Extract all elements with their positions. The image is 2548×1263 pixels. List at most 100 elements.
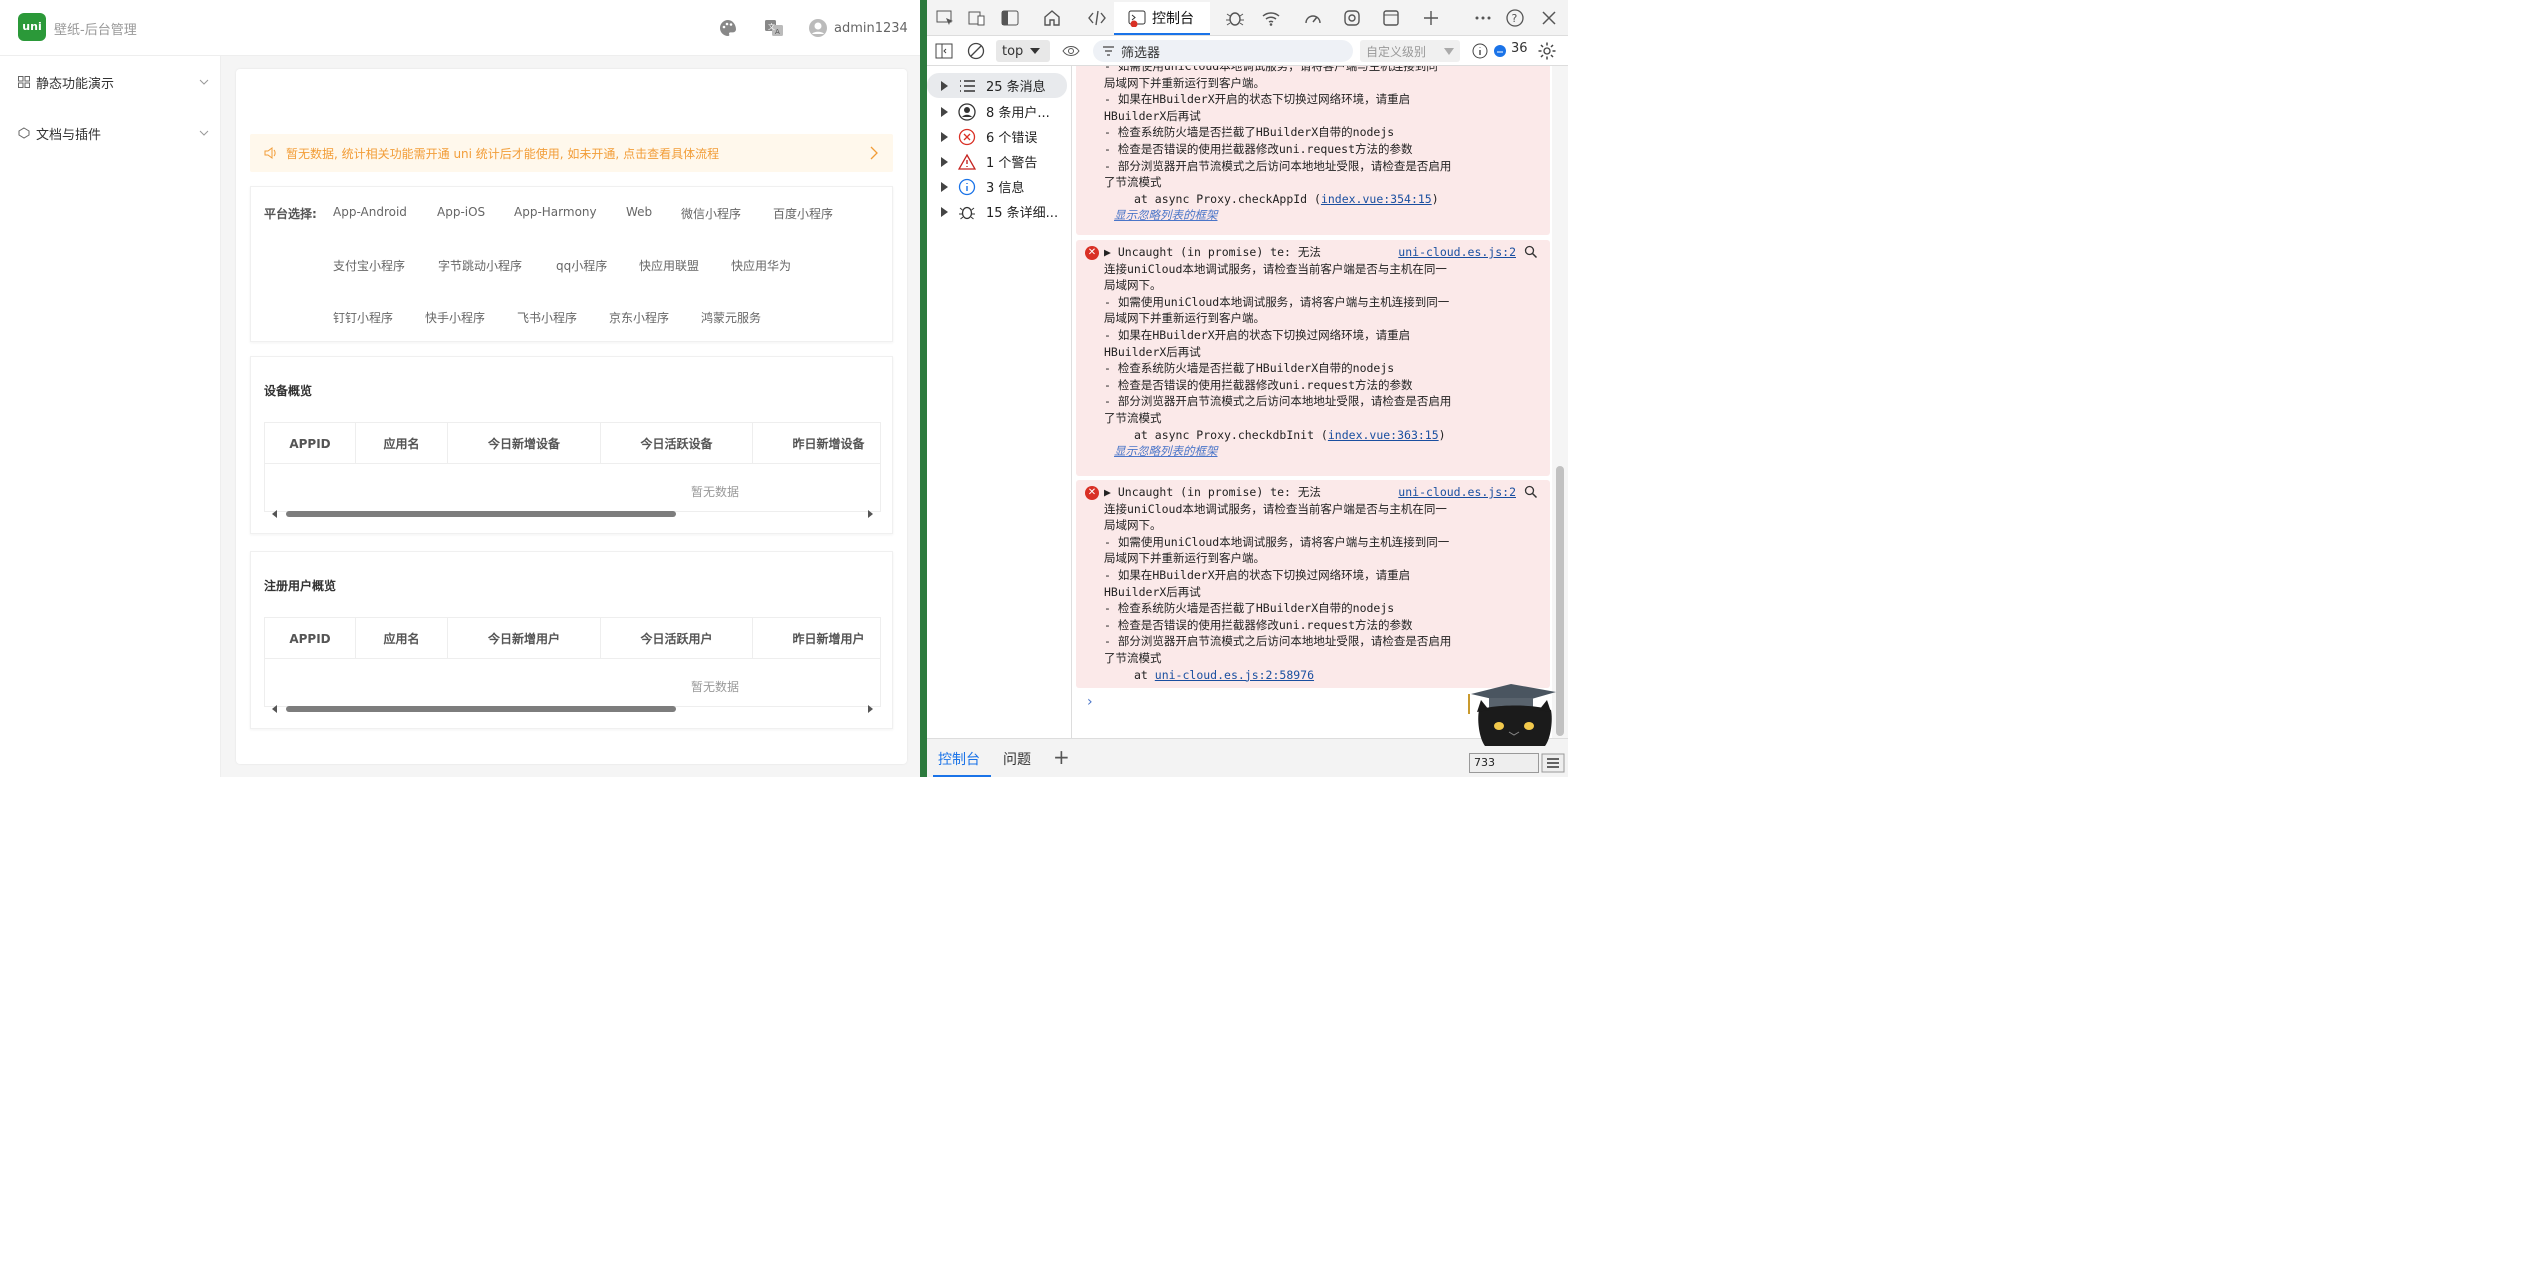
column-header: 今日活跃用户 — [601, 618, 753, 659]
filter-icon — [1103, 46, 1114, 56]
expand-triangle-icon[interactable]: ▶ — [1104, 245, 1118, 259]
platform-option[interactable]: 快应用联盟 — [639, 257, 699, 274]
platform-option[interactable]: 微信小程序 — [681, 205, 741, 222]
message-line: 了节流模式 — [1104, 175, 1162, 190]
platform-option[interactable]: 百度小程序 — [773, 205, 833, 222]
sidebar-item-errors[interactable]: 6 个错误 — [927, 124, 1072, 149]
palette-icon[interactable] — [718, 18, 738, 38]
menu-icon[interactable] — [1541, 753, 1565, 773]
svg-text:?: ? — [1512, 12, 1518, 25]
screen: uni 壁纸-后台管理 文A admin1234 静态功能演示 文档与插件 暂无… — [0, 0, 1568, 777]
clear-console-icon[interactable] — [967, 42, 985, 60]
source-link[interactable]: index.vue:363:15 — [1328, 428, 1439, 442]
admin-app: uni 壁纸-后台管理 文A admin1234 静态功能演示 文档与插件 暂无… — [0, 0, 920, 777]
help-icon[interactable]: ? — [1505, 8, 1525, 28]
scroll-right-icon[interactable] — [868, 510, 873, 518]
translate-icon[interactable]: 文A — [764, 18, 784, 38]
console-sidebar: 25 条消息 8 条用户... 6 个错误 1 个警告 3 信息 15 条详细.… — [927, 66, 1072, 738]
search-icon[interactable] — [1524, 245, 1538, 259]
source-link[interactable]: index.vue:354:15 — [1321, 192, 1432, 206]
platform-option[interactable]: 鸿蒙元服务 — [701, 309, 761, 326]
info-icon[interactable] — [1472, 43, 1488, 59]
tab-console[interactable]: 控制台 — [1114, 2, 1210, 35]
platform-option[interactable]: App-iOS — [437, 205, 485, 219]
device-toggle-icon[interactable] — [967, 8, 987, 28]
drawer-tab-issues[interactable]: 问题 — [1003, 749, 1031, 769]
empty-state: 暂无数据 — [691, 680, 740, 694]
sidebar-item-docs[interactable]: 文档与插件 — [0, 108, 221, 158]
sidebar-item-verbose[interactable]: 15 条详细... — [927, 199, 1072, 224]
console-icon — [1128, 10, 1146, 27]
sidebar-toggle-icon[interactable] — [1000, 8, 1020, 28]
platform-option[interactable]: 钉钉小程序 — [333, 309, 393, 326]
console-error-message[interactable]: ✕ ▶ Uncaught (in promise) te: 无法 uni-clo… — [1076, 240, 1550, 476]
log-level-select[interactable]: 自定义级别 — [1360, 40, 1460, 62]
search-icon[interactable] — [1524, 485, 1538, 499]
scroll-left-icon[interactable] — [272, 705, 277, 713]
elements-icon[interactable] — [1087, 8, 1107, 28]
bug-icon[interactable] — [1225, 8, 1245, 28]
devtools-panel: 控制台 ? top 筛选器 自定义级别 36 25 条消息 8 条用户... 6… — [927, 0, 1568, 777]
filter-input[interactable]: 筛选器 — [1093, 40, 1353, 62]
table-header: APPID 应用名 今日新增用户 今日活跃用户 昨日新增用户 — [265, 618, 880, 659]
add-drawer-tab-icon[interactable]: + — [1053, 745, 1070, 769]
platform-option[interactable]: App-Harmony — [514, 205, 597, 219]
platform-option[interactable]: App-Android — [333, 205, 407, 219]
message-count: 36 — [1511, 41, 1528, 56]
settings-icon[interactable] — [1537, 41, 1557, 61]
home-icon[interactable] — [1042, 8, 1062, 28]
show-ignored-frames-link[interactable]: 显示忽略列表的框架 — [1104, 443, 1538, 460]
add-tab-icon[interactable] — [1421, 8, 1441, 28]
console-prompt[interactable]: › — [1087, 694, 1093, 710]
source-link[interactable]: uni-cloud.es.js:2 — [1398, 484, 1516, 501]
inspect-icon[interactable] — [935, 8, 955, 28]
message-line: - 检查系统防火墙是否拦截了HBuilderX自带的nodejs — [1104, 125, 1395, 140]
sidebar-item-user-messages[interactable]: 8 条用户... — [927, 99, 1072, 124]
show-ignored-frames-link[interactable]: 显示忽略列表的框架 — [1104, 207, 1538, 224]
scrollbar-thumb[interactable] — [286, 706, 676, 712]
expand-triangle-icon[interactable]: ▶ — [1104, 485, 1118, 499]
more-icon[interactable] — [1473, 8, 1493, 28]
platform-option[interactable]: 快手小程序 — [425, 309, 485, 326]
sidebar-item-static-demo[interactable]: 静态功能演示 — [0, 57, 221, 107]
main-card: 暂无数据, 统计相关功能需开通 uni 统计后才能使用, 如未开通, 点击查看具… — [236, 69, 907, 764]
sidebar-panel-icon[interactable] — [935, 42, 953, 60]
platform-option[interactable]: 京东小程序 — [609, 309, 669, 326]
platform-option[interactable]: qq小程序 — [556, 257, 607, 274]
context-select[interactable]: top — [996, 40, 1050, 62]
scroll-left-icon[interactable] — [272, 510, 277, 518]
sidebar-item-messages[interactable]: 25 条消息 — [927, 73, 1067, 98]
application-icon[interactable] — [1381, 8, 1401, 28]
vertical-scrollbar[interactable] — [1552, 66, 1568, 738]
platform-option[interactable]: 飞书小程序 — [517, 309, 577, 326]
drawer-tab-console[interactable]: 控制台 — [938, 749, 980, 769]
notice-bar[interactable]: 暂无数据, 统计相关功能需开通 uni 统计后才能使用, 如未开通, 点击查看具… — [250, 134, 893, 172]
platform-option[interactable]: 快应用华为 — [731, 257, 791, 274]
platform-option[interactable]: Web — [626, 205, 652, 219]
sidebar-item-warnings[interactable]: 1 个警告 — [927, 149, 1072, 174]
horizontal-scrollbar[interactable] — [264, 508, 881, 520]
message-line: 局域网下。 — [1104, 278, 1162, 293]
source-link[interactable]: uni-cloud.es.js:2 — [1398, 244, 1516, 261]
platform-option[interactable]: 字节跳动小程序 — [438, 257, 522, 274]
eye-icon[interactable] — [1062, 43, 1080, 59]
sidebar-item-info[interactable]: 3 信息 — [927, 174, 1072, 199]
window-divider[interactable] — [920, 0, 927, 777]
platform-option[interactable]: 支付宝小程序 — [333, 257, 405, 274]
sidebar-item-label: 静态功能演示 — [36, 76, 115, 92]
scroll-right-icon[interactable] — [868, 705, 873, 713]
close-icon[interactable] — [1539, 8, 1559, 28]
performance-icon[interactable] — [1303, 8, 1323, 28]
horizontal-scrollbar[interactable] — [264, 703, 881, 715]
console-error-message[interactable]: - 如需使用uniCloud本地调试服务，请将客户端与主机连接到同 局域网下并重… — [1076, 66, 1550, 235]
scrollbar-thumb[interactable] — [286, 511, 676, 517]
sidebar-item-label: 8 条用户... — [986, 106, 1050, 121]
message-line: 局域网下并重新运行到客户端。 — [1104, 551, 1265, 566]
wifi-icon[interactable] — [1261, 8, 1281, 28]
gear-icon[interactable] — [1342, 8, 1362, 28]
uni-logo: uni — [18, 13, 46, 41]
source-link[interactable]: uni-cloud.es.js:2:58976 — [1155, 668, 1314, 682]
user-menu[interactable]: admin1234 — [808, 17, 908, 39]
message-line: - 检查是否错误的使用拦截器修改uni.request方法的参数 — [1104, 141, 1413, 156]
console-error-message[interactable]: ✕ ▶ Uncaught (in promise) te: 无法 uni-clo… — [1076, 480, 1550, 688]
